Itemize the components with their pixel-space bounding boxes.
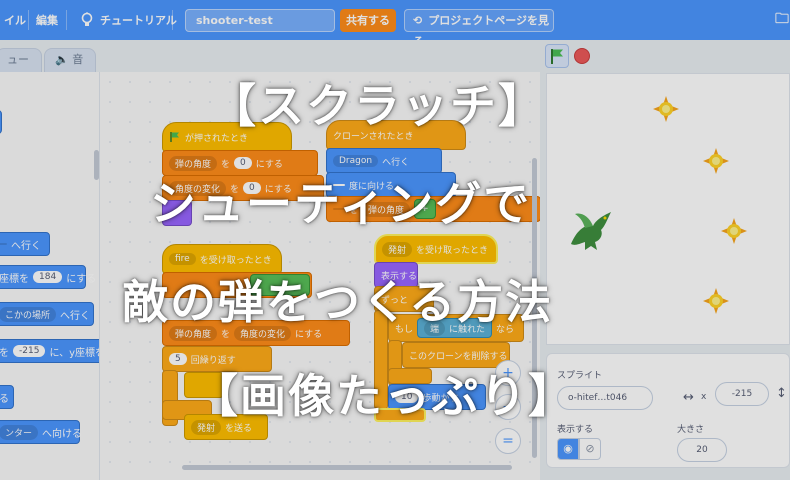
goto-sprite-dropdown[interactable]: Dragon [333,155,379,167]
tab-sounds-label: 音 [72,53,84,66]
title-line-4: 【画像たっぷり】 [192,369,576,423]
palette-block-glide[interactable]: を -215 に、y座標を [0,339,100,363]
block-palette: へ行く 座標を 184 にする こかの場所 へ行く を -215 に、y座標を … [0,72,100,480]
goto-random-suffix: へ行く [60,310,91,322]
lightbulb-icon [81,12,93,26]
size-input[interactable]: 20 [677,438,727,462]
star-bullet-sprite [703,288,729,314]
vertical-arrows-icon: ↕ [776,386,787,401]
size-label: 大きさ [677,425,705,435]
palette-block-goto[interactable]: へ行く [0,232,50,256]
glide-suffix: に、y座標を [49,347,100,359]
folder-icon[interactable]: 🗀 [775,0,789,40]
palette-block-point-towards[interactable]: ンター へ向ける [0,420,83,444]
sprite-info-panel: スプライト o-hitef…t046 ↔ x -215 ↕ 表示する ◉ ⊘ 大… [546,353,790,468]
goto-dropdown[interactable] [0,243,7,245]
title-line-1: 【スクラッチ】 [210,79,546,133]
x-label: x [701,392,707,402]
stop-button[interactable] [574,48,590,64]
horizontal-arrows-icon: ↔ [683,390,694,405]
tutorial-label: チュートリアル [100,14,177,27]
eye-off-icon: ⊘ [585,442,595,455]
point-suffix: へ向ける [42,428,83,440]
see-project-page-button[interactable]: ⟲プロジェクトページを見る [404,9,554,48]
speaker-icon: 🔈 [55,53,69,66]
show-sprite-button[interactable]: ◉ [557,438,579,460]
zoom-reset-button[interactable]: = [495,428,521,454]
share-button[interactable]: 共有する [340,9,396,32]
receive-suffix: を受け取ったとき [199,255,272,266]
message-dropdown[interactable]: fire [169,253,196,265]
title-line-3: 敵の弾をつくる方法 [122,275,554,329]
repeat-count[interactable]: 5 [169,353,187,365]
edit-menu[interactable]: 編集 [36,0,58,40]
sprite-tray [546,470,790,480]
glide-prefix: を [0,347,9,359]
set-y-label: 座標を [0,273,29,285]
hide-sprite-button[interactable]: ⊘ [579,438,601,460]
palette-block-line[interactable]: る [0,385,14,409]
shoot-receive-suffix: を受け取ったとき [416,245,489,256]
code-horizontal-scrollbar[interactable] [182,465,512,470]
green-flag-button[interactable] [545,44,569,68]
x-position-input[interactable]: -215 [715,382,769,406]
menu-divider [66,10,67,30]
set-y-suffix: にする [66,273,97,285]
eye-icon: ◉ [563,442,573,455]
palette-block-goto-random[interactable]: こかの場所 へ行く [0,302,94,326]
tutorial-menu[interactable]: チュートリアル [80,0,177,40]
set-y-value[interactable]: 184 [33,271,63,283]
tab-sounds[interactable]: 🔈 音 [44,48,96,72]
menu-bar: イル 編集 チュートリアル shooter-test 共有する ⟲ プロジェクトペ… [0,0,790,48]
star-bullet-sprite [721,218,747,244]
dragon-sprite [571,212,611,250]
line-label: る [0,393,9,405]
message-dropdown[interactable]: 発射 [382,241,413,257]
star-bullet-sprite [703,148,729,174]
green-flag-icon [170,132,179,142]
file-menu[interactable]: イル [4,0,26,40]
green-flag-icon [551,49,563,64]
palette-block-set-y[interactable]: 座標を 184 にする [0,265,96,289]
swap-icon: ⟲ [413,14,423,27]
goto-label: へ行く [11,240,41,252]
palette-block[interactable] [0,110,2,134]
goto-random-dropdown[interactable]: こかの場所 [0,306,57,322]
goto-suffix: へ行く [382,157,410,168]
star-bullet-sprite [653,96,679,122]
stage[interactable] [546,73,790,345]
palette-scrollbar[interactable] [94,150,99,180]
project-title-input[interactable]: shooter-test [185,9,335,32]
when-receive-shoot-block[interactable]: 発射 を受け取ったとき [374,234,498,264]
title-line-2: シューティングで [150,177,532,231]
menu-divider [172,10,173,30]
tab-costumes[interactable]: ューム [0,48,42,88]
menu-divider [28,10,29,30]
point-dropdown[interactable]: ンター [0,424,39,440]
glide-x-value[interactable]: -215 [13,345,46,357]
